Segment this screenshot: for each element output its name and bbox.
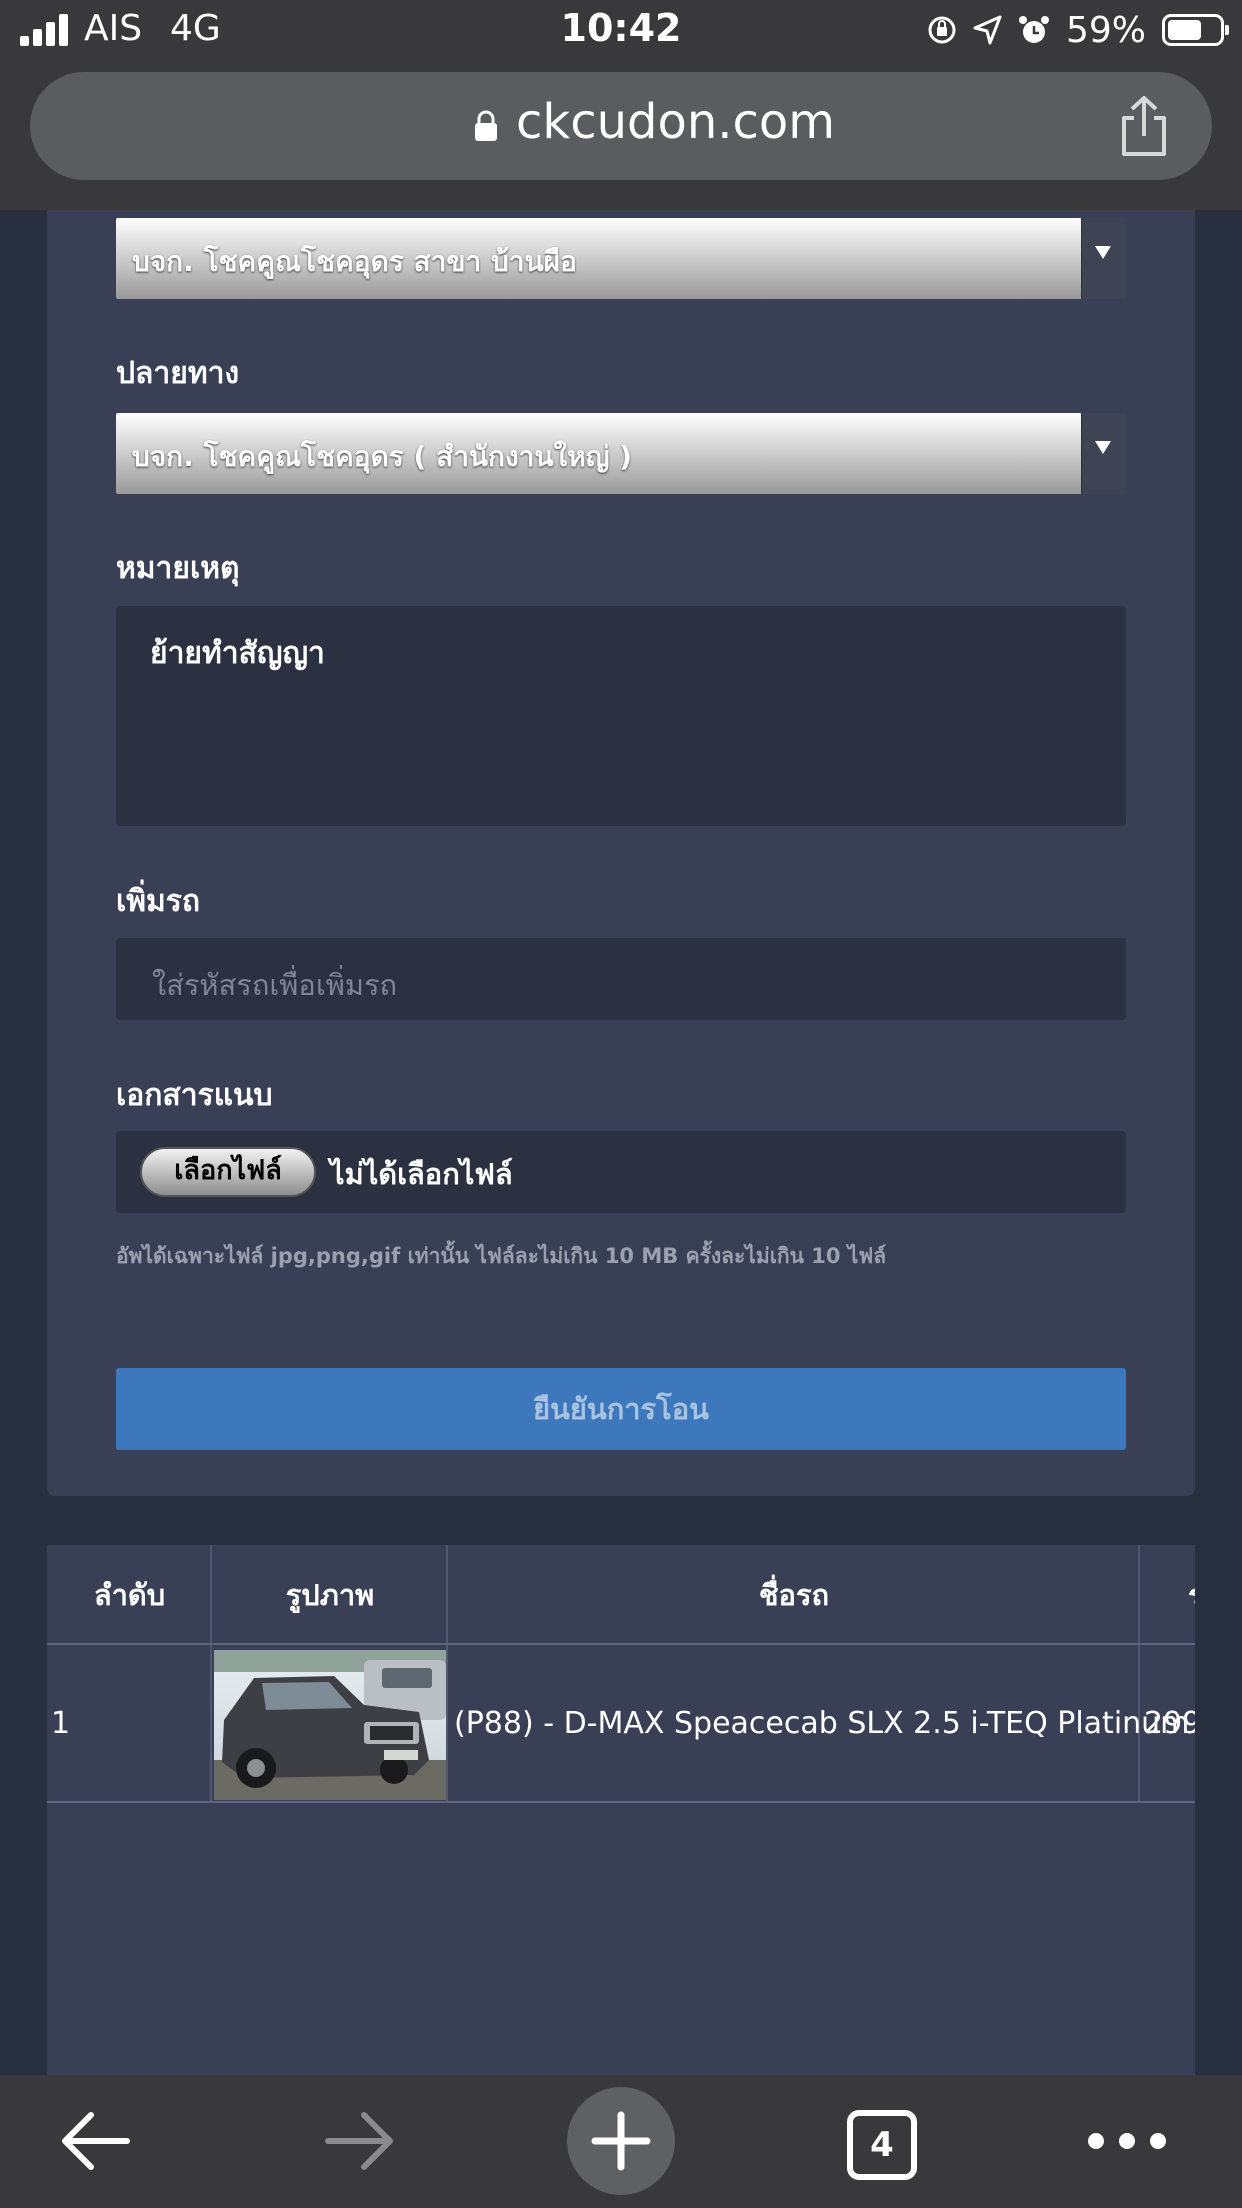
column-header-price: ร (1140, 1545, 1195, 1645)
forward-arrow-icon[interactable] (320, 2075, 400, 2208)
column-header-car-name: ชื่อรถ (758, 1578, 830, 1612)
column-header-image: รูปภาพ (285, 1578, 375, 1612)
battery-percentage: 59% (1065, 9, 1146, 51)
lock-icon (475, 110, 497, 141)
column-divider (210, 1545, 212, 1803)
browser-chrome-top: AIS 4G 10:42 59% ckcudon.com (0, 0, 1242, 210)
confirm-transfer-button[interactable]: ยืนยันการโอน (116, 1368, 1126, 1450)
column-divider (446, 1545, 448, 1803)
dropdown-arrow-icon (1081, 413, 1125, 494)
column-header-index: ลำดับ (93, 1578, 166, 1612)
row-car-name: (P88) - D-MAX Speacecab SLX 2.5 i-TEQ Pl… (454, 1706, 1190, 1741)
add-car-label: เพิ่มรถ (116, 884, 201, 919)
destination-label: ปลายทาง (116, 356, 240, 391)
new-tab-plus-icon[interactable] (565, 2075, 677, 2208)
car-photo[interactable] (214, 1650, 446, 1800)
destination-select-value: บจก. โชคคูณโชคอุดร ( สำนักงานใหญ่ ) (132, 440, 633, 473)
alarm-clock-icon (1018, 16, 1049, 43)
back-arrow-icon[interactable] (55, 2075, 135, 2208)
dropdown-arrow-icon (1081, 218, 1125, 299)
car-code-input[interactable]: ใส่รหัสรถเพื่อเพิ่มรถ (116, 938, 1126, 1020)
row-index: 1 (51, 1706, 71, 1741)
battery-icon (1162, 14, 1229, 46)
note-label: หมายเหตุ (116, 551, 240, 586)
attachment-label: เอกสารแนบ (116, 1078, 273, 1113)
file-upload-field: เลือกไฟล์ ไม่ได้เลือกไฟล์ (116, 1131, 1126, 1213)
transfer-form-card (47, 210, 1195, 1496)
status-right-group: 59% (924, 8, 1229, 52)
destination-branch-select[interactable]: บจก. โชคคูณโชคอุดร ( สำนักงานใหญ่ ) (116, 413, 1125, 494)
car-code-placeholder: ใส่รหัสรถเพื่อเพิ่มรถ (152, 968, 398, 1002)
file-status-text: ไม่ได้เลือกไฟล์ (330, 1157, 513, 1191)
status-bar: AIS 4G 10:42 59% (0, 0, 1242, 62)
browser-toolbar: 4 (0, 2075, 1242, 2208)
note-textarea[interactable]: ย้ายทำสัญญา (116, 606, 1126, 826)
tabs-count-button[interactable]: 4 (847, 2110, 917, 2180)
url-text[interactable]: ckcudon.com (516, 94, 835, 150)
orientation-lock-icon (928, 16, 956, 44)
origin-branch-select[interactable]: บจก. โชคคูณโชคอุดร สาขา บ้านผือ (116, 218, 1125, 299)
origin-select-value: บจก. โชคคูณโชคอุดร สาขา บ้านผือ (132, 245, 577, 278)
address-bar[interactable]: ckcudon.com (30, 72, 1212, 180)
page-content: บจก. โชคคูณโชคอุดร สาขา บ้านผือ ปลายทาง … (0, 210, 1242, 2075)
more-options-icon[interactable] (1082, 2075, 1172, 2208)
choose-file-button[interactable]: เลือกไฟล์ (140, 1147, 316, 1197)
car-table: ลำดับ รูปภาพ ชื่อรถ ร 1 (47, 1545, 1195, 2075)
row-price: 299 (1144, 1706, 1195, 1741)
upload-hint: อัพได้เฉพาะไฟล์ jpg,png,gif เท่านั้น ไฟล… (116, 1244, 887, 1268)
location-arrow-icon (973, 15, 1002, 45)
share-icon[interactable] (1116, 94, 1172, 158)
